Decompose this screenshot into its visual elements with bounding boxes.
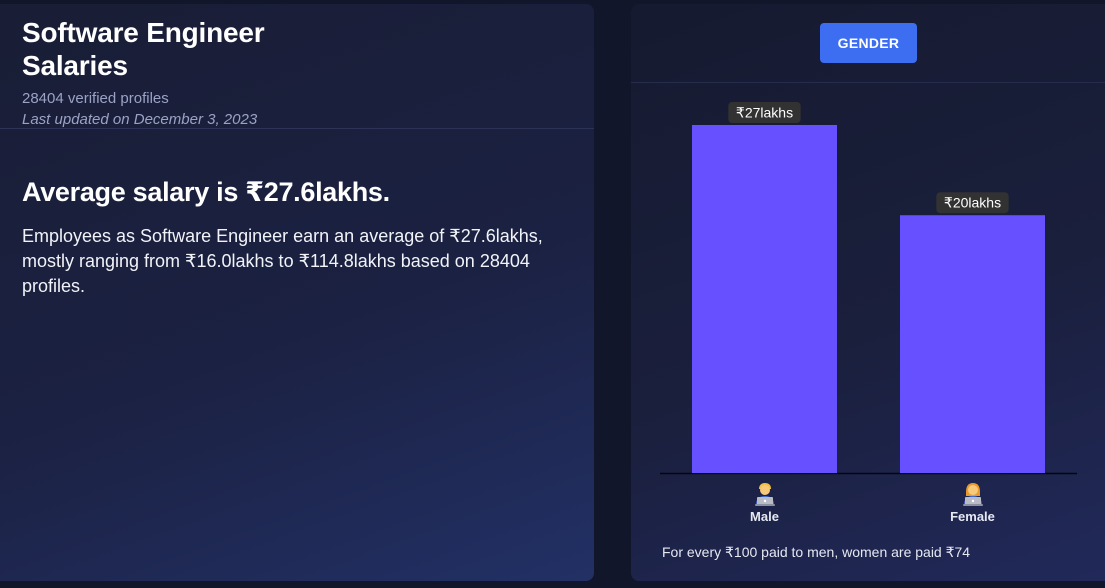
- bar-female[interactable]: [900, 215, 1045, 473]
- bar-male[interactable]: [692, 125, 837, 473]
- title-line-1: Software Engineer: [22, 17, 265, 48]
- value-label-female: ₹20lakhs: [944, 195, 1001, 211]
- female-worker-icon: [961, 481, 985, 507]
- verified-profiles-count: 28404 verified profiles: [22, 90, 169, 107]
- male-worker-icon: [753, 481, 777, 507]
- last-updated-date: Last updated on December 3, 2023: [22, 111, 258, 128]
- category-label-male: Male: [750, 509, 779, 524]
- value-label-male: ₹27lakhs: [736, 105, 793, 121]
- category-label-female: Female: [950, 509, 995, 524]
- pay-gap-footnote: For every ₹100 paid to men, women are pa…: [662, 544, 971, 560]
- gender-pay-card: GENDER ₹27lakhs ₹20lakhs Male Female For e…: [631, 4, 1105, 581]
- salary-header: Software Engineer Salaries 28404 verifie…: [0, 4, 594, 129]
- title-line-2: Salaries: [22, 50, 128, 81]
- average-salary-description: Employees as Software Engineer earn an a…: [22, 226, 543, 296]
- average-salary-heading: Average salary is ₹27.6lakhs.: [22, 177, 390, 207]
- gender-salary-chart: ₹27lakhs ₹20lakhs: [660, 102, 1077, 475]
- salary-summary-card: Software Engineer Salaries 28404 verifie…: [0, 4, 594, 581]
- page-title: Software Engineer Salaries: [22, 16, 265, 82]
